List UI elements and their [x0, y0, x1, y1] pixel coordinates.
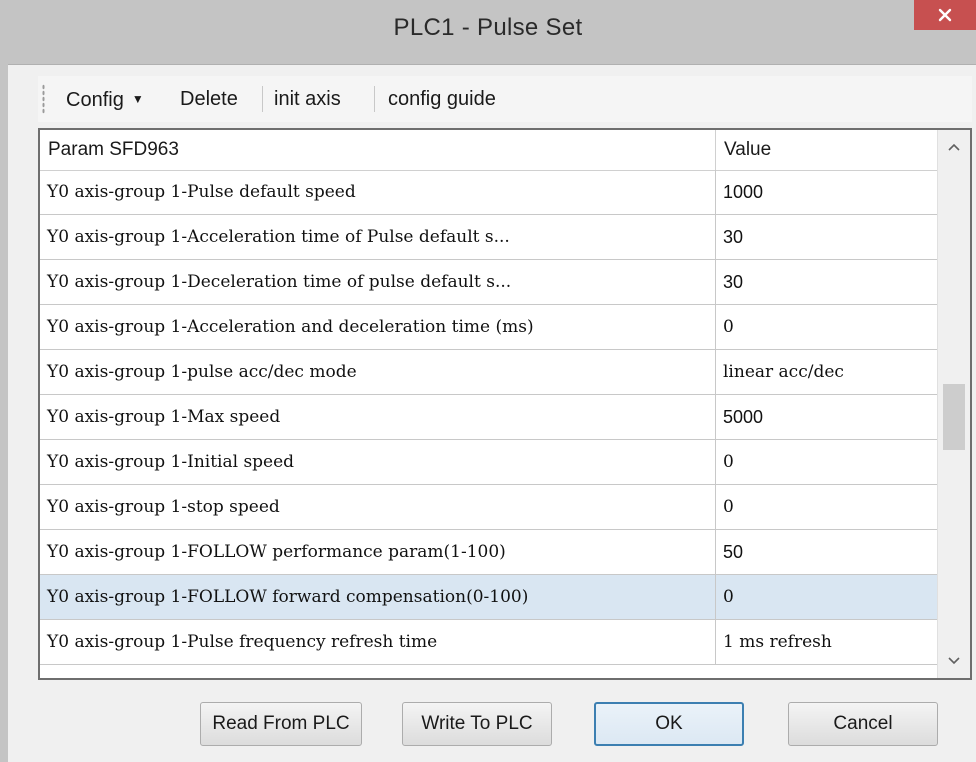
value-cell[interactable]: 1000 [716, 170, 938, 214]
scroll-up-button[interactable] [938, 130, 970, 164]
value-cell[interactable]: 1 ms refresh [716, 620, 938, 664]
value-cell[interactable]: 0 [716, 575, 938, 619]
table-row[interactable]: Y0 axis-group 1-Initial speed 0 [40, 440, 938, 485]
init-axis-button[interactable]: init axis [274, 84, 341, 114]
table-row-selected[interactable]: Y0 axis-group 1-FOLLOW forward compensat… [40, 575, 938, 620]
window-frame-left [0, 64, 8, 762]
param-cell: Y0 axis-group 1-stop speed [40, 485, 716, 529]
table-row[interactable]: Y0 axis-group 1-Pulse default speed 1000 [40, 170, 938, 215]
table-row[interactable]: Y0 axis-group 1-Deceleration time of pul… [40, 260, 938, 305]
param-cell: Y0 axis-group 1-Acceleration time of Pul… [40, 215, 716, 259]
table-row[interactable]: Y0 axis-group 1-Pulse frequency refresh … [40, 620, 938, 665]
value-cell[interactable]: 0 [716, 305, 938, 349]
scroll-up-icon [948, 143, 960, 151]
value-cell[interactable]: 0 [716, 485, 938, 529]
value-cell[interactable]: 50 [716, 530, 938, 574]
cancel-button[interactable]: Cancel [788, 702, 938, 746]
title-bar[interactable]: PLC1 - Pulse Set [0, 0, 976, 65]
toolbar-grip[interactable] [42, 84, 45, 114]
table-row[interactable]: Y0 axis-group 1-Acceleration time of Pul… [40, 215, 938, 260]
config-dropdown-button[interactable]: Config ▼ [66, 84, 144, 114]
param-cell: Y0 axis-group 1-Deceleration time of pul… [40, 260, 716, 304]
pulse-set-dialog: PLC1 - Pulse Set Config ▼ Delete init axi… [0, 0, 976, 762]
param-cell: Y0 axis-group 1-Initial speed [40, 440, 716, 484]
close-icon [938, 8, 952, 22]
param-cell: Y0 axis-group 1-FOLLOW forward compensat… [40, 575, 716, 619]
toolbar-separator [262, 86, 263, 112]
value-cell[interactable]: linear acc/dec [716, 350, 938, 394]
table-row[interactable]: Y0 axis-group 1-stop speed 0 [40, 485, 938, 530]
value-cell[interactable]: 30 [716, 215, 938, 259]
ok-button[interactable]: OK [594, 702, 744, 746]
toolbar-separator [374, 86, 375, 112]
scroll-down-icon [948, 657, 960, 665]
table-row[interactable]: Y0 axis-group 1-Acceleration and deceler… [40, 305, 938, 350]
read-from-plc-button[interactable]: Read From PLC [200, 702, 362, 746]
param-cell: Y0 axis-group 1-Max speed [40, 395, 716, 439]
table-row[interactable]: Y0 axis-group 1-FOLLOW performance param… [40, 530, 938, 575]
grid-header: Param SFD963 Value [40, 130, 938, 171]
value-cell[interactable]: 30 [716, 260, 938, 304]
scrollbar-thumb[interactable] [943, 384, 965, 450]
value-cell[interactable]: 0 [716, 440, 938, 484]
table-row[interactable]: Y0 axis-group 1-pulse acc/dec mode linea… [40, 350, 938, 395]
param-cell: Y0 axis-group 1-Acceleration and deceler… [40, 305, 716, 349]
param-grid: Param SFD963 Value Y0 axis-group 1-Pulse… [38, 128, 972, 680]
scroll-down-button[interactable] [938, 644, 970, 678]
toolbar: Config ▼ Delete init axis config guide [38, 76, 972, 122]
vertical-scrollbar[interactable] [937, 130, 970, 678]
write-to-plc-button[interactable]: Write To PLC [402, 702, 552, 746]
param-cell: Y0 axis-group 1-pulse acc/dec mode [40, 350, 716, 394]
config-label: Config [66, 89, 124, 111]
close-button[interactable] [914, 0, 976, 30]
config-guide-button[interactable]: config guide [388, 84, 496, 114]
value-cell[interactable]: 5000 [716, 395, 938, 439]
column-header-param[interactable]: Param SFD963 [40, 130, 716, 170]
grid-rows: Y0 axis-group 1-Pulse default speed 1000… [40, 170, 938, 665]
chevron-down-icon: ▼ [131, 92, 144, 106]
window-title: PLC1 - Pulse Set [393, 14, 583, 41]
param-cell: Y0 axis-group 1-Pulse default speed [40, 170, 716, 214]
table-row[interactable]: Y0 axis-group 1-Max speed 5000 [40, 395, 938, 440]
delete-button[interactable]: Delete [180, 84, 238, 114]
column-header-value[interactable]: Value [716, 130, 938, 170]
param-cell: Y0 axis-group 1-FOLLOW performance param… [40, 530, 716, 574]
param-cell: Y0 axis-group 1-Pulse frequency refresh … [40, 620, 716, 664]
